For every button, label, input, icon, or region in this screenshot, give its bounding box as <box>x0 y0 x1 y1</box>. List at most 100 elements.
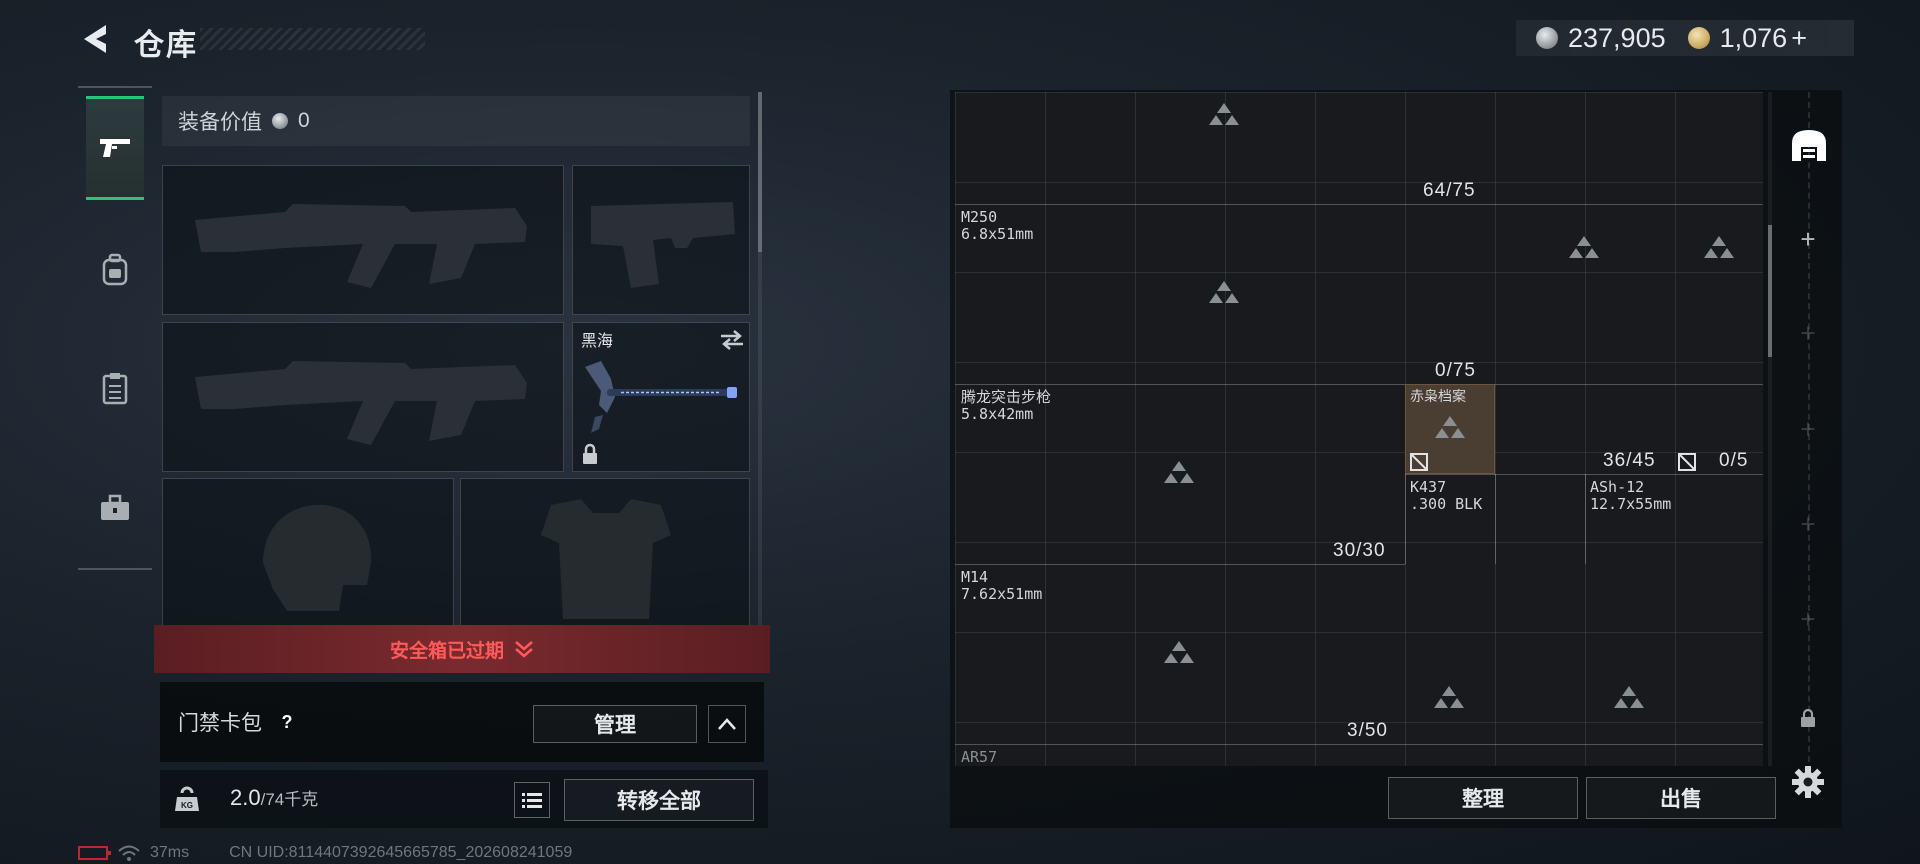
item-ammo: 5.8x42mm <box>961 405 1034 423</box>
lock-icon <box>1801 708 1815 727</box>
swap-icon[interactable] <box>719 329 745 351</box>
add-storage-button[interactable]: + <box>1787 312 1829 354</box>
empty-item-icon <box>1569 236 1599 258</box>
grid-item-label[interactable]: M14 7.62x51mm <box>961 569 1042 603</box>
secondary-weapon-slot[interactable] <box>162 322 564 472</box>
no-entry-icon[interactable] <box>1409 452 1429 472</box>
item-ammo: 7.62x51mm <box>961 585 1043 603</box>
item-divider <box>955 204 1763 205</box>
empty-item-icon <box>1164 641 1194 663</box>
item-name: ASh-12 <box>1590 478 1645 496</box>
helmet-silhouette-icon <box>263 504 372 611</box>
gold-coin-icon <box>1687 27 1710 49</box>
melee-slot[interactable]: 黑海 <box>572 322 750 472</box>
gold-currency-value: 1,076 <box>1719 22 1788 53</box>
no-entry-icon[interactable] <box>1677 452 1697 472</box>
chevron-up-icon <box>718 718 736 730</box>
item-divider <box>955 564 1405 565</box>
category-tab-rail <box>78 86 152 570</box>
uid-text: CN UID:8114407392645665785_202608241059 <box>229 844 573 861</box>
equipment-value-bar: 装备价值 0 <box>162 96 750 146</box>
list-icon <box>522 793 542 808</box>
rifle-silhouette-icon <box>195 204 527 288</box>
item-count: 0/75 <box>1435 360 1476 381</box>
locked-storage-tab[interactable] <box>1787 697 1829 739</box>
add-currency-button[interactable]: + <box>1791 23 1807 54</box>
item-name: K437 <box>1410 478 1447 496</box>
settings-button[interactable] <box>1787 761 1829 803</box>
tab-weapons[interactable] <box>86 96 144 200</box>
helmet-slot[interactable] <box>162 478 454 628</box>
empty-item-icon <box>1164 461 1194 483</box>
pistol-slot[interactable] <box>572 165 750 315</box>
warehouse-grid[interactable]: 64/75 0/75 30/30 3/50 M250 6.8x51mm 腾龙突击… <box>955 92 1763 766</box>
item-ammo: 6.8x51mm <box>961 225 1034 243</box>
item-count: 64/75 <box>1423 180 1476 201</box>
back-button[interactable] <box>78 22 112 56</box>
empty-item-icon <box>1435 416 1465 438</box>
armor-silhouette-icon <box>541 499 671 619</box>
item-divider <box>1585 474 1586 564</box>
kettlebell-icon: KG <box>175 786 199 811</box>
grid-scrollbar-thumb[interactable] <box>1768 225 1772 357</box>
collapse-button[interactable] <box>708 705 746 743</box>
gun-icon <box>100 139 130 157</box>
item-divider <box>955 384 1763 385</box>
grid-item-label[interactable]: ASh-12 12.7x55mm <box>1590 479 1671 513</box>
warehouse-icon <box>1792 130 1826 161</box>
item-divider <box>955 744 1763 745</box>
grid-item-label[interactable]: K437 .300 BLK <box>1410 479 1482 513</box>
pistol-silhouette-icon <box>591 202 735 288</box>
toolbox-icon <box>101 494 129 520</box>
weight-value: 2.0/74千克 <box>230 785 318 811</box>
item-name: AR57 <box>961 748 998 766</box>
tomahawk-icon <box>585 361 737 433</box>
sell-button[interactable]: 出售 <box>1586 777 1776 819</box>
clipboard-icon <box>102 373 128 405</box>
add-storage-button[interactable]: + <box>1787 598 1829 640</box>
silver-coin-icon <box>1536 27 1558 49</box>
silver-coin-icon <box>272 113 288 129</box>
help-icon[interactable]: ? <box>274 709 300 735</box>
sort-button[interactable]: 整理 <box>1388 777 1578 819</box>
title-decoration <box>200 28 425 50</box>
item-name: 腾龙突击步枪 <box>961 388 1052 406</box>
silver-currency-value: 237,905 <box>1568 22 1666 53</box>
item-count: 0/5 <box>1719 450 1749 471</box>
ping-value: 37ms <box>150 844 190 861</box>
body-armor-slot[interactable] <box>460 478 750 628</box>
empty-item-icon <box>1704 236 1734 258</box>
add-storage-button[interactable]: + <box>1787 408 1829 450</box>
rifle-silhouette-icon <box>195 361 527 445</box>
item-name: M250 <box>961 208 998 226</box>
lock-icon <box>583 443 597 464</box>
primary-weapon-slot[interactable] <box>162 165 564 315</box>
add-storage-button[interactable]: + <box>1787 503 1829 545</box>
list-view-button[interactable] <box>514 782 550 818</box>
storage-tab-main[interactable] <box>1788 124 1830 166</box>
transfer-all-button[interactable]: 转移全部 <box>564 779 754 821</box>
equipment-value-label: 装备价值 <box>178 111 262 134</box>
grid-item-label[interactable]: M250 6.8x51mm <box>961 209 1033 243</box>
equipment-scrollbar-thumb[interactable] <box>758 92 762 252</box>
tab-toolbox[interactable] <box>86 456 144 560</box>
tab-vest[interactable] <box>86 336 144 440</box>
manage-button[interactable]: 管理 <box>533 705 697 743</box>
tab-backpack[interactable] <box>86 218 144 322</box>
currency-bar: 237,905 1,076 + <box>1516 20 1854 56</box>
keycard-label: 门禁卡包 <box>178 712 262 735</box>
grid-scrollbar[interactable] <box>1768 92 1772 766</box>
grid-item-label[interactable]: 腾龙突击步枪 5.8x42mm <box>961 389 1051 423</box>
empty-item-icon <box>1209 103 1239 125</box>
empty-item-icon <box>1209 281 1239 303</box>
grid-item-label[interactable]: AR57 <box>961 749 997 766</box>
backpack-icon <box>102 253 128 286</box>
safe-box-expired-banner[interactable]: 安全箱已过期 <box>154 625 770 673</box>
current-weight: 2.0 <box>230 785 261 810</box>
item-name: 赤枭档案 <box>1410 389 1466 405</box>
item-name: M14 <box>961 568 989 586</box>
weight-icon-box: KG <box>160 770 214 828</box>
empty-item-icon <box>1434 686 1464 708</box>
add-storage-button[interactable]: + <box>1787 218 1829 260</box>
item-ammo: .300 BLK <box>1410 495 1483 513</box>
